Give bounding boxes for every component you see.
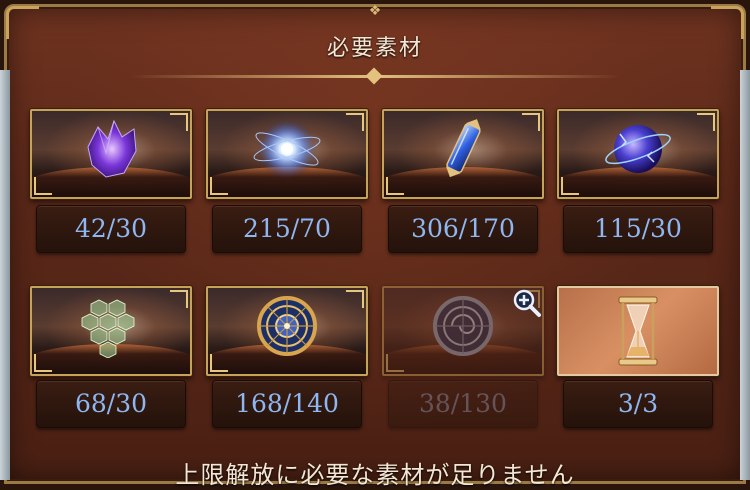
material-count-8: 3/3 bbox=[563, 380, 713, 428]
material-count-4: 115/30 bbox=[563, 205, 713, 253]
blue-sphere-icon bbox=[605, 124, 671, 173]
panel-title: 必要素材 bbox=[326, 36, 423, 61]
zoom-in-icon[interactable] bbox=[512, 288, 542, 318]
material-count-5: 68/30 bbox=[36, 380, 186, 428]
material-tile-4[interactable] bbox=[557, 109, 719, 199]
material-tile-2[interactable] bbox=[206, 109, 368, 199]
material-count-2: 215/70 bbox=[212, 205, 362, 253]
hourglass-icon bbox=[618, 296, 658, 366]
crest-ornament-icon: ❖ bbox=[368, 3, 382, 19]
material-count-1: 42/30 bbox=[36, 205, 186, 253]
material-tile-5[interactable] bbox=[30, 286, 192, 376]
material-count-7: 38/130 bbox=[388, 380, 538, 428]
material-tile-3[interactable] bbox=[382, 109, 544, 199]
purple-crystal-icon bbox=[87, 119, 137, 178]
green-hex-scale-icon bbox=[81, 299, 135, 358]
panel-edge-right bbox=[740, 70, 750, 480]
panel-edge-left bbox=[0, 70, 10, 480]
title-divider bbox=[130, 75, 620, 78]
material-tile-8[interactable] bbox=[557, 286, 719, 376]
light-orb-icon bbox=[253, 118, 321, 179]
blue-gem-pillar-icon bbox=[446, 118, 481, 177]
material-tile-1[interactable] bbox=[30, 109, 192, 199]
material-count-3: 306/170 bbox=[388, 205, 538, 253]
insufficient-materials-message: 上限解放に必要な素材が足りません bbox=[175, 461, 575, 489]
material-count-6: 168/140 bbox=[212, 380, 362, 428]
golden-astrolabe-icon bbox=[257, 295, 317, 356]
material-tile-6[interactable] bbox=[206, 286, 368, 376]
silver-astrolabe-icon bbox=[433, 295, 493, 356]
